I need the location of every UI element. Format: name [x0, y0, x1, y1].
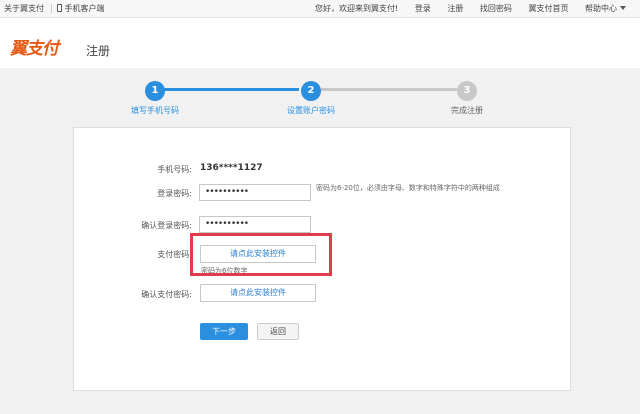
phone-value: 136****1127	[200, 163, 263, 173]
next-button[interactable]: 下一步	[200, 323, 248, 340]
step-line-done	[164, 88, 299, 91]
help-center-menu[interactable]: 帮助中心	[585, 4, 626, 13]
brand-logo[interactable]: 翼支付	[10, 34, 59, 59]
top-bar-divider	[51, 4, 52, 13]
chevron-down-icon	[620, 6, 626, 10]
about-link[interactable]: 关于翼支付	[4, 4, 44, 13]
step-line-pending	[321, 88, 457, 91]
mobile-client-link[interactable]: 手机客户端	[56, 4, 105, 13]
top-bar-right: 您好，欢迎来到翼支付! 登录 注册 找回密码 翼支付首页 帮助中心	[301, 0, 626, 17]
phone-label: 手机号码:	[157, 165, 192, 174]
highlight-box	[190, 233, 332, 276]
register-link[interactable]: 注册	[447, 4, 463, 13]
mobile-client-label: 手机客户端	[64, 4, 105, 13]
help-center-label: 帮助中心	[585, 4, 617, 13]
confirm-login-password-label: 确认登录密码:	[141, 221, 192, 230]
login-password-label: 登录密码:	[157, 189, 192, 198]
back-button[interactable]: 返回	[257, 323, 299, 340]
confirm-pay-password-label: 确认支付密码:	[141, 290, 192, 299]
step-3-label: 完成注册	[451, 106, 483, 115]
page-title: 注册	[86, 44, 111, 58]
login-link[interactable]: 登录	[415, 4, 431, 13]
step-1-label: 填写手机号码	[131, 106, 179, 115]
home-link[interactable]: 翼支付首页	[528, 4, 568, 13]
header: 翼支付 注册	[0, 18, 640, 68]
top-bar: 关于翼支付 手机客户端 您好，欢迎来到翼支付! 登录 注册 找回密码 翼支付首页…	[0, 0, 640, 18]
phone-icon	[56, 4, 62, 12]
welcome-text: 您好，欢迎来到翼支付!	[315, 4, 399, 13]
step-2-label: 设置账户密码	[287, 106, 335, 115]
pay-password-label: 支付密码:	[157, 250, 192, 259]
progress-steps: 1 2 3 填写手机号码 设置账户密码 完成注册	[0, 68, 640, 124]
step-3-circle: 3	[457, 81, 477, 101]
step-2-circle: 2	[301, 81, 321, 101]
top-bar-left: 关于翼支付 手机客户端	[4, 0, 115, 17]
login-password-input[interactable]: ••••••••••	[199, 184, 311, 201]
confirm-pay-password-install-control-button[interactable]: 请点此安装控件	[200, 284, 316, 302]
login-password-hint: 密码为6-20位，必须由字母、数字和特殊字符中的两种组成	[316, 184, 500, 192]
retrieve-password-link[interactable]: 找回密码	[480, 4, 512, 13]
confirm-login-password-input[interactable]: ••••••••••	[199, 216, 311, 233]
step-1-circle: 1	[145, 81, 165, 101]
